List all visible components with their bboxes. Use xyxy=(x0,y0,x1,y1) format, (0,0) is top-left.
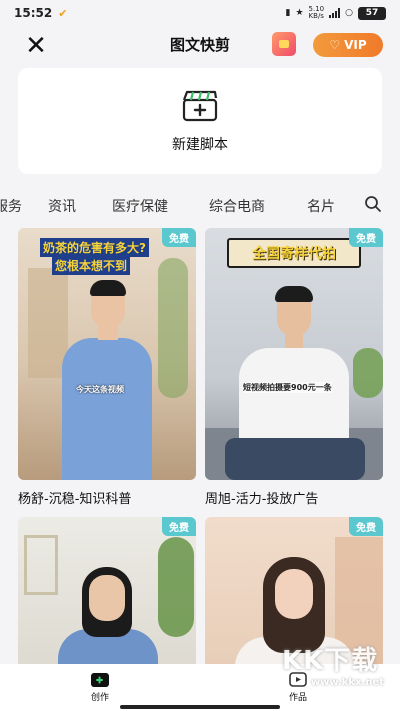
watermark: KK下载 www.kkx.net xyxy=(282,640,392,700)
notification-icon: ✔ xyxy=(58,6,68,20)
new-script-label: 新建脚本 xyxy=(172,137,228,153)
tab-services[interactable]: 服务 xyxy=(0,196,22,216)
category-tabs: 服务 资讯 医疗保健 综合电商 名片 xyxy=(0,188,400,220)
template-card[interactable]: 奶茶的危害有多大? 您根本想不到 今天这条视频 免费 杨舒-沉稳-知识科普 xyxy=(18,228,196,507)
overlay-caption: 短视频拍摄要900元一条 xyxy=(243,382,332,393)
overlay-headline-box: 全国寄样代拍 xyxy=(227,238,361,268)
watermark-logo: KK下载 xyxy=(282,646,379,676)
status-time: 15:52 xyxy=(14,6,53,20)
template-title: 杨舒-沉稳-知识科普 xyxy=(18,492,132,507)
search-icon[interactable] xyxy=(364,195,382,213)
overlay-headline: 全国寄样代拍 xyxy=(252,246,336,262)
battery-indicator: 57 xyxy=(358,6,386,20)
template-thumbnail: 全国寄样代拍 短视频拍摄要900元一条 免费 xyxy=(205,228,383,480)
wifi-icon: ○ xyxy=(345,8,353,18)
overlay-caption: 今天这条视频 xyxy=(76,385,124,394)
vip-label: VIP xyxy=(344,38,367,52)
watermark-url: www.kkx.net xyxy=(310,677,384,688)
status-icons: ▮ ★ 5.10 KB/s ○ 57 xyxy=(286,6,386,20)
template-card[interactable]: 全国寄样代拍 短视频拍摄要900元一条 免费 周旭-活力-投放广告 xyxy=(205,228,383,507)
overlay-headline: 奶茶的危害有多大? xyxy=(40,238,149,257)
bluetooth-icon: ★ xyxy=(295,8,304,18)
overlay-subheadline: 您根本想不到 xyxy=(52,256,131,275)
tab-news[interactable]: 资讯 xyxy=(48,196,76,216)
5g-signal-icon xyxy=(329,8,341,18)
free-badge: 免费 xyxy=(349,228,383,247)
tab-ecommerce[interactable]: 综合电商 xyxy=(209,196,265,216)
create-icon xyxy=(91,673,109,687)
diamond-icon: ♡ xyxy=(329,38,341,52)
status-bar: 15:52 ✔ ▮ ★ 5.10 KB/s ○ 57 xyxy=(0,0,400,26)
tab-healthcare[interactable]: 医疗保健 xyxy=(112,196,168,216)
template-thumbnail: 免费 xyxy=(18,517,196,677)
free-badge: 免费 xyxy=(162,228,196,247)
free-badge: 免费 xyxy=(162,517,196,536)
nav-create-label: 创作 xyxy=(90,693,109,703)
network-speed: 5.10 KB/s xyxy=(308,5,325,20)
vip-button[interactable]: ♡ VIP xyxy=(313,33,383,57)
tab-business-card[interactable]: 名片 xyxy=(307,196,335,216)
new-script-card[interactable]: 新建脚本 xyxy=(18,68,382,174)
clapperboard-add-icon xyxy=(182,90,218,122)
home-indicator[interactable] xyxy=(120,705,280,709)
free-badge: 免费 xyxy=(349,517,383,536)
template-card[interactable]: 免费 xyxy=(18,517,196,677)
template-thumbnail: 奶茶的危害有多大? 您根本想不到 今天这条视频 免费 xyxy=(18,228,196,480)
nav-create[interactable]: 创作 xyxy=(80,670,120,703)
template-title: 周旭-活力-投放广告 xyxy=(205,492,319,507)
app-header: ✕ 图文快剪 ♡ VIP xyxy=(0,26,400,66)
vibrate-icon: ▮ xyxy=(285,8,291,18)
gift-icon[interactable] xyxy=(272,32,296,56)
